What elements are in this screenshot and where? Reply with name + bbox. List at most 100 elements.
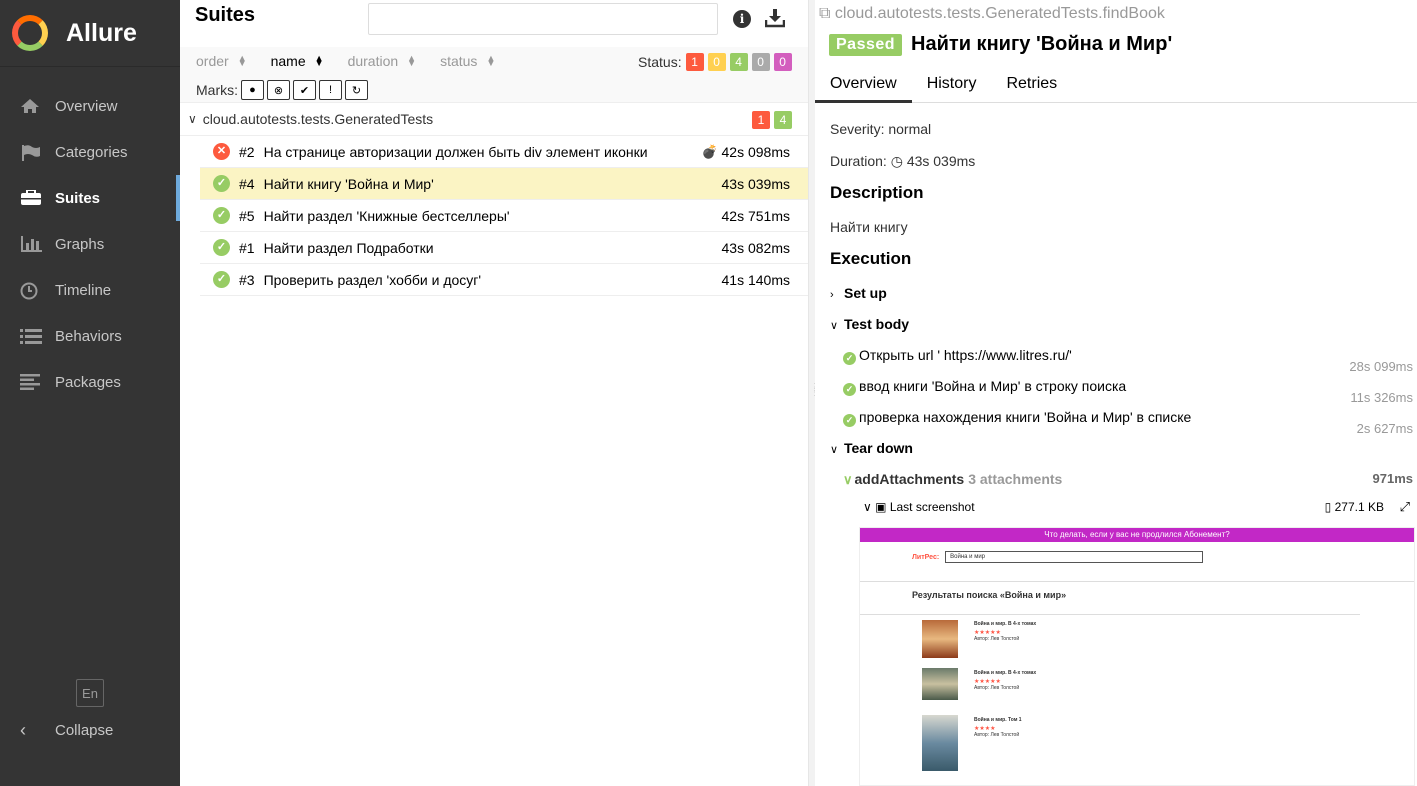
overview-content: Severity: normal Duration: ◷ 43s 039ms D… — [830, 116, 1413, 519]
passed-status-icon: ✓ — [213, 271, 230, 288]
attachment-size: ▯ 277.1 KB — [1325, 495, 1384, 519]
test-number: #1 — [239, 239, 255, 256]
screenshot-logo: ЛитРес: — [912, 553, 940, 561]
status-unknown-toggle[interactable]: 0 — [773, 53, 792, 71]
expand-icon[interactable]: ⤢ — [1400, 495, 1410, 519]
test-body-section[interactable]: ∨ Test body — [830, 311, 1410, 342]
screenshot-attachment[interactable]: ∨ ▣ Last screenshot ▯ 277.1 KB ⤢ — [830, 495, 1410, 519]
info-icon[interactable]: i — [733, 10, 751, 28]
list-icon — [20, 328, 42, 344]
book-cover — [922, 620, 958, 658]
teardown-section[interactable]: ∨ Tear down — [830, 435, 1410, 466]
new-passed-mark-toggle[interactable]: ✔ — [293, 80, 316, 100]
sort-label: duration — [347, 53, 399, 69]
suite-counts: 1 4 — [748, 111, 792, 129]
sort-order[interactable]: order ▲ ▼ — [196, 53, 247, 69]
suites-panel: Suites i order ▲ ▼ name ▲ ▼ duration ▲ ▼ statu… — [180, 0, 808, 786]
test-name: Найти раздел Подработки — [263, 239, 434, 256]
chevron-down-icon: ∨ — [830, 320, 839, 332]
status-skipped-toggle[interactable]: 0 — [751, 53, 770, 71]
status-failed-toggle[interactable]: 1 — [685, 53, 704, 71]
status-broken-toggle[interactable]: 0 — [707, 53, 726, 71]
panel-splitter[interactable]: ⋮⋮ — [808, 0, 820, 786]
test-body-label: Test body — [844, 316, 910, 332]
sort-duration[interactable]: duration ▲ ▼ — [348, 53, 417, 69]
clock-icon: ◷ — [890, 153, 903, 169]
setup-section[interactable]: › Set up — [830, 280, 1410, 311]
retries-mark-toggle[interactable]: ↻ — [345, 80, 368, 100]
sidebar-item-behaviors[interactable]: Behaviors — [0, 313, 180, 359]
step-item[interactable]: ✓ проверка нахождения книги 'Война и Мир'… — [830, 404, 1413, 436]
attachments-duration: 971ms — [1372, 471, 1413, 486]
tab-overview[interactable]: Overview — [815, 64, 912, 103]
sort-icon: ▲ ▼ — [407, 53, 417, 68]
step-item[interactable]: ✓ Открыть url ' https://www.litres.ru/' 28… — [830, 342, 1413, 374]
step-item[interactable]: ✓ ввод книги 'Война и Мир' в строку поиск… — [830, 373, 1413, 405]
copy-icon[interactable]: ⧉ — [819, 5, 830, 22]
test-row[interactable]: ✓ #3 Проверить раздел 'хобби и досуг' 41… — [200, 264, 808, 296]
download-icon[interactable] — [764, 8, 786, 28]
book-cover — [922, 715, 958, 771]
step-name: ввод книги 'Война и Мир' в строку поиска — [859, 378, 1127, 394]
attachments-step[interactable]: ∨ addAttachments 3 attachments 971ms — [830, 466, 1413, 495]
sidebar-item-label: Behaviors — [55, 327, 122, 345]
test-row-selected[interactable]: ✓ #4 Найти книгу 'Война и Мир' 43s 039ms — [200, 168, 808, 200]
page-title: Suites — [195, 4, 256, 26]
test-duration: 43s 082ms — [721, 240, 790, 256]
book-info: Война и мир. В 4-х томах ★★★★★ Автор: Лев … — [974, 621, 1036, 642]
sidebar-item-graphs[interactable]: Graphs — [0, 221, 180, 267]
sort-status[interactable]: status ▲ ▼ — [440, 53, 495, 69]
duration-label: Duration: — [830, 153, 887, 169]
suite-group[interactable]: ∨ cloud.autotests.tests.GeneratedTests 1… — [180, 103, 808, 136]
screenshot-preview[interactable]: Что делать, если у вас не продлился Абон… — [859, 527, 1415, 786]
collapse-button[interactable]: ‹ Collapse — [20, 720, 113, 741]
sidebar-item-label: Suites — [55, 189, 101, 207]
status-filter: Status: 1 0 4 0 0 — [638, 53, 792, 71]
book-cover — [922, 668, 958, 700]
description-text: Найти книгу — [830, 219, 908, 235]
description-heading: Description — [830, 183, 924, 202]
language-button[interactable]: En — [76, 679, 104, 707]
tab-history[interactable]: History — [912, 64, 992, 103]
detail-tabs: Overview History Retries — [815, 64, 1417, 103]
screenshot-topbar: ЛитРес: Война и мир — [860, 542, 1414, 572]
teardown-label: Tear down — [844, 440, 913, 456]
sidebar-item-categories[interactable]: Categories — [0, 129, 180, 175]
failed-status-icon: ✕ — [213, 143, 230, 160]
sidebar-item-label: Graphs — [55, 235, 105, 253]
status-passed-toggle[interactable]: 4 — [729, 53, 748, 71]
chevron-down-icon: ∨ — [863, 500, 872, 514]
test-name: Найти книгу 'Война и Мир' — [263, 175, 434, 192]
step-name: Открыть url ' https://www.litres.ru/' — [859, 347, 1072, 363]
new-failed-mark-toggle[interactable]: ⊗ — [267, 80, 290, 100]
image-icon: ▣ — [875, 500, 887, 514]
home-icon — [20, 98, 42, 114]
tab-retries[interactable]: Retries — [991, 64, 1072, 103]
flaky-mark-toggle[interactable]: ● — [241, 80, 264, 100]
sidebar-item-packages[interactable]: Packages — [0, 359, 180, 405]
sort-icon: ▲ ▼ — [314, 53, 324, 68]
attachment-size-value: 277.1 KB — [1334, 500, 1384, 514]
book-title: Война и мир. В 4-х томах — [974, 621, 1037, 627]
chevron-down-icon: ∨ — [830, 444, 839, 456]
sidebar-item-label: Packages — [55, 373, 121, 391]
flag-icon — [20, 144, 42, 161]
screenshot-menu — [860, 572, 1414, 582]
sidebar-nav: Overview Categories Suites Graphs Timeli… — [0, 83, 180, 405]
test-row[interactable]: ✓ #5 Найти раздел 'Книжные бестселлеры' … — [200, 200, 808, 232]
file-icon: ▯ — [1324, 500, 1332, 514]
brand[interactable]: Allure — [0, 0, 180, 67]
sidebar-item-suites[interactable]: Suites — [0, 175, 180, 221]
sort-name[interactable]: name ▲ ▼ — [271, 53, 324, 69]
test-name: На странице авторизации должен быть div … — [263, 143, 648, 160]
sidebar-item-timeline[interactable]: Timeline — [0, 267, 180, 313]
test-row[interactable]: ✓ #1 Найти раздел Подработки 43s 082ms — [200, 232, 808, 264]
test-title: Passed Найти книгу 'Война и Мир' — [829, 33, 1172, 56]
new-broken-mark-toggle[interactable]: ! — [319, 80, 342, 100]
sidebar-item-overview[interactable]: Overview — [0, 83, 180, 129]
sidebar-item-label: Categories — [55, 143, 128, 161]
suite-name: cloud.autotests.tests.GeneratedTests — [202, 111, 434, 127]
test-row[interactable]: ✕ #2 На странице авторизации должен быть… — [200, 136, 808, 168]
search-input[interactable] — [368, 3, 718, 35]
test-duration: 43s 039ms — [721, 176, 790, 192]
